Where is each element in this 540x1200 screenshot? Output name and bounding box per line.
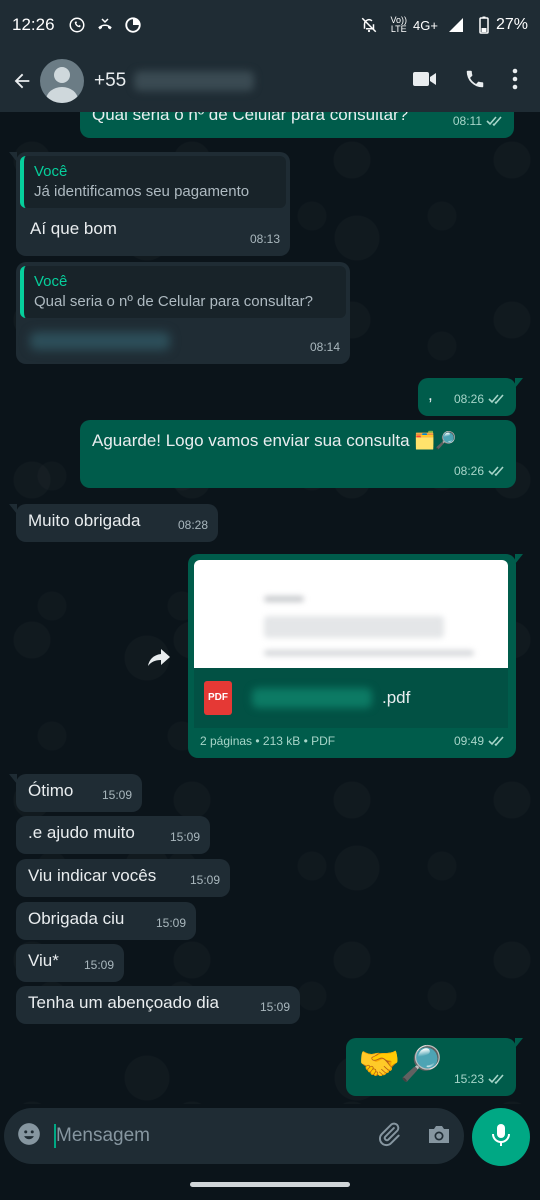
network-type: 4G+ <box>413 17 438 33</box>
message-text: Aí que bom <box>30 219 117 238</box>
message-incoming[interactable]: Você Já identificamos seu pagamento Aí q… <box>9 152 290 256</box>
message-time: 15:09 <box>169 830 200 844</box>
message-meta: 08:13 <box>250 228 280 250</box>
quoted-message[interactable]: Você Já identificamos seu pagamento <box>20 156 286 208</box>
arrow-left-icon[interactable] <box>8 67 36 95</box>
data-saver-icon <box>121 13 145 37</box>
lte-label: LTE <box>390 24 407 34</box>
message-time: 08:11 <box>452 114 482 128</box>
message-time: 08:28 <box>177 518 208 532</box>
redacted-text <box>30 332 170 350</box>
mic-icon <box>490 1122 512 1153</box>
message-time: 15:09 <box>155 916 186 930</box>
message-incoming[interactable]: Ótimo 15:09 <box>9 774 142 812</box>
message-meta: 08:26 <box>454 388 506 410</box>
message-outgoing[interactable]: 🤝🔎 15:23 <box>346 1038 523 1096</box>
message-meta: 15:09 <box>260 996 290 1018</box>
message-text: Aguarde! Logo vamos enviar sua consulta … <box>92 431 457 450</box>
message-time: 09:49 <box>453 734 484 748</box>
message-meta: 15:09 <box>170 826 200 848</box>
message-time: 08:26 <box>453 392 484 406</box>
double-check-icon <box>488 736 504 747</box>
forward-icon[interactable] <box>144 642 174 672</box>
message-text: Tenha um abençoado dia <box>28 993 219 1012</box>
message-incoming[interactable]: Viu indicar vocês 15:09 <box>16 859 230 897</box>
message-meta: 15:09 <box>190 869 220 891</box>
message-meta: 08:11 <box>453 112 504 132</box>
message-outgoing[interactable]: , 08:26 <box>418 378 523 416</box>
quote-text: Qual seria o nº de Celular para consulta… <box>34 293 313 310</box>
double-check-icon <box>488 1074 504 1085</box>
message-incoming[interactable]: Tenha um abençoado dia 15:09 <box>16 986 300 1024</box>
double-check-icon <box>488 466 504 477</box>
quote-author: Você <box>34 273 68 290</box>
pdf-file-row[interactable]: PDF .pdf <box>194 668 508 728</box>
message-meta: 15:09 <box>156 912 186 934</box>
message-meta: 09:49 <box>454 730 506 752</box>
message-time: 15:09 <box>83 958 114 972</box>
battery-icon <box>478 13 490 37</box>
composer-box[interactable] <box>4 1108 464 1164</box>
message-time: 15:23 <box>453 1072 484 1086</box>
message-text: Qual seria o nº de Celular para consulta… <box>92 112 409 124</box>
pdf-file-icon: PDF <box>204 681 232 715</box>
signal-icon <box>444 13 468 37</box>
redacted-filename <box>252 688 372 708</box>
message-input[interactable] <box>56 1125 356 1147</box>
message-meta: 08:26 <box>454 460 506 482</box>
quote-author: Você <box>34 163 68 180</box>
message-time: 15:09 <box>101 788 132 802</box>
mute-icon <box>357 13 381 37</box>
double-check-icon <box>488 394 504 405</box>
contact-number-prefix: +55 <box>94 70 127 91</box>
message-time: 08:26 <box>453 464 484 478</box>
whatsapp-notification-icon <box>65 13 89 37</box>
pdf-preview[interactable] <box>194 560 508 668</box>
video-call-icon[interactable] <box>412 69 438 94</box>
redacted-number <box>134 71 255 91</box>
file-info: 2 páginas • 213 kB • PDF <box>200 734 336 748</box>
message-meta: 08:28 <box>178 514 208 536</box>
message-time: 08:14 <box>309 340 340 354</box>
emoji-icon[interactable] <box>16 1121 42 1152</box>
message-time: 15:09 <box>189 873 220 887</box>
message-meta: 15:23 <box>454 1068 506 1090</box>
mic-button[interactable] <box>472 1108 530 1166</box>
status-time: 12:26 <box>12 15 55 34</box>
home-gesture-bar[interactable] <box>190 1182 350 1187</box>
message-incoming[interactable]: Você Qual seria o nº de Celular para con… <box>16 262 350 364</box>
volte-indicator: Vo)) LTE <box>391 16 408 34</box>
pdf-badge-label: PDF <box>208 692 228 703</box>
quote-text: Já identificamos seu pagamento <box>34 183 250 200</box>
system-nav-bar <box>0 1168 540 1200</box>
file-extension: .pdf <box>382 688 411 707</box>
message-meta: 08:14 <box>310 336 340 358</box>
camera-icon[interactable] <box>426 1122 452 1151</box>
message-time: 15:09 <box>259 1000 290 1014</box>
more-vert-icon[interactable] <box>512 68 518 95</box>
document-message[interactable]: PDF .pdf 2 páginas • 213 kB • PDF 09:49 <box>188 554 523 758</box>
phone-icon[interactable] <box>464 68 486 95</box>
chat-header: +55 <box>0 50 540 112</box>
contact-name[interactable]: +55 <box>94 70 255 92</box>
avatar[interactable] <box>40 59 84 103</box>
message-time: 08:13 <box>249 232 280 246</box>
message-incoming[interactable]: .e ajudo muito 15:09 <box>16 816 210 854</box>
message-meta: 15:09 <box>84 954 114 976</box>
message-meta: 15:09 <box>102 784 132 806</box>
message-incoming[interactable]: Muito obrigada 08:28 <box>9 504 218 542</box>
message-outgoing[interactable]: Aguarde! Logo vamos enviar sua consulta … <box>80 420 516 488</box>
chat-area[interactable]: Qual seria o nº de Celular para consulta… <box>0 112 540 1104</box>
status-bar: 12:26 Vo)) LTE 4G+ 27% <box>0 0 540 50</box>
double-check-icon <box>486 116 502 127</box>
message-incoming[interactable]: Viu* 15:09 <box>16 944 124 982</box>
battery-percent: 27% <box>495 16 528 33</box>
message-composer <box>0 1104 540 1168</box>
message-incoming[interactable]: Obrigada ciu 15:09 <box>16 902 196 940</box>
missed-call-icon <box>93 13 117 37</box>
attach-icon[interactable] <box>376 1121 402 1152</box>
message-outgoing[interactable]: Qual seria o nº de Celular para consulta… <box>80 112 514 138</box>
quoted-message[interactable]: Você Qual seria o nº de Celular para con… <box>20 266 346 318</box>
